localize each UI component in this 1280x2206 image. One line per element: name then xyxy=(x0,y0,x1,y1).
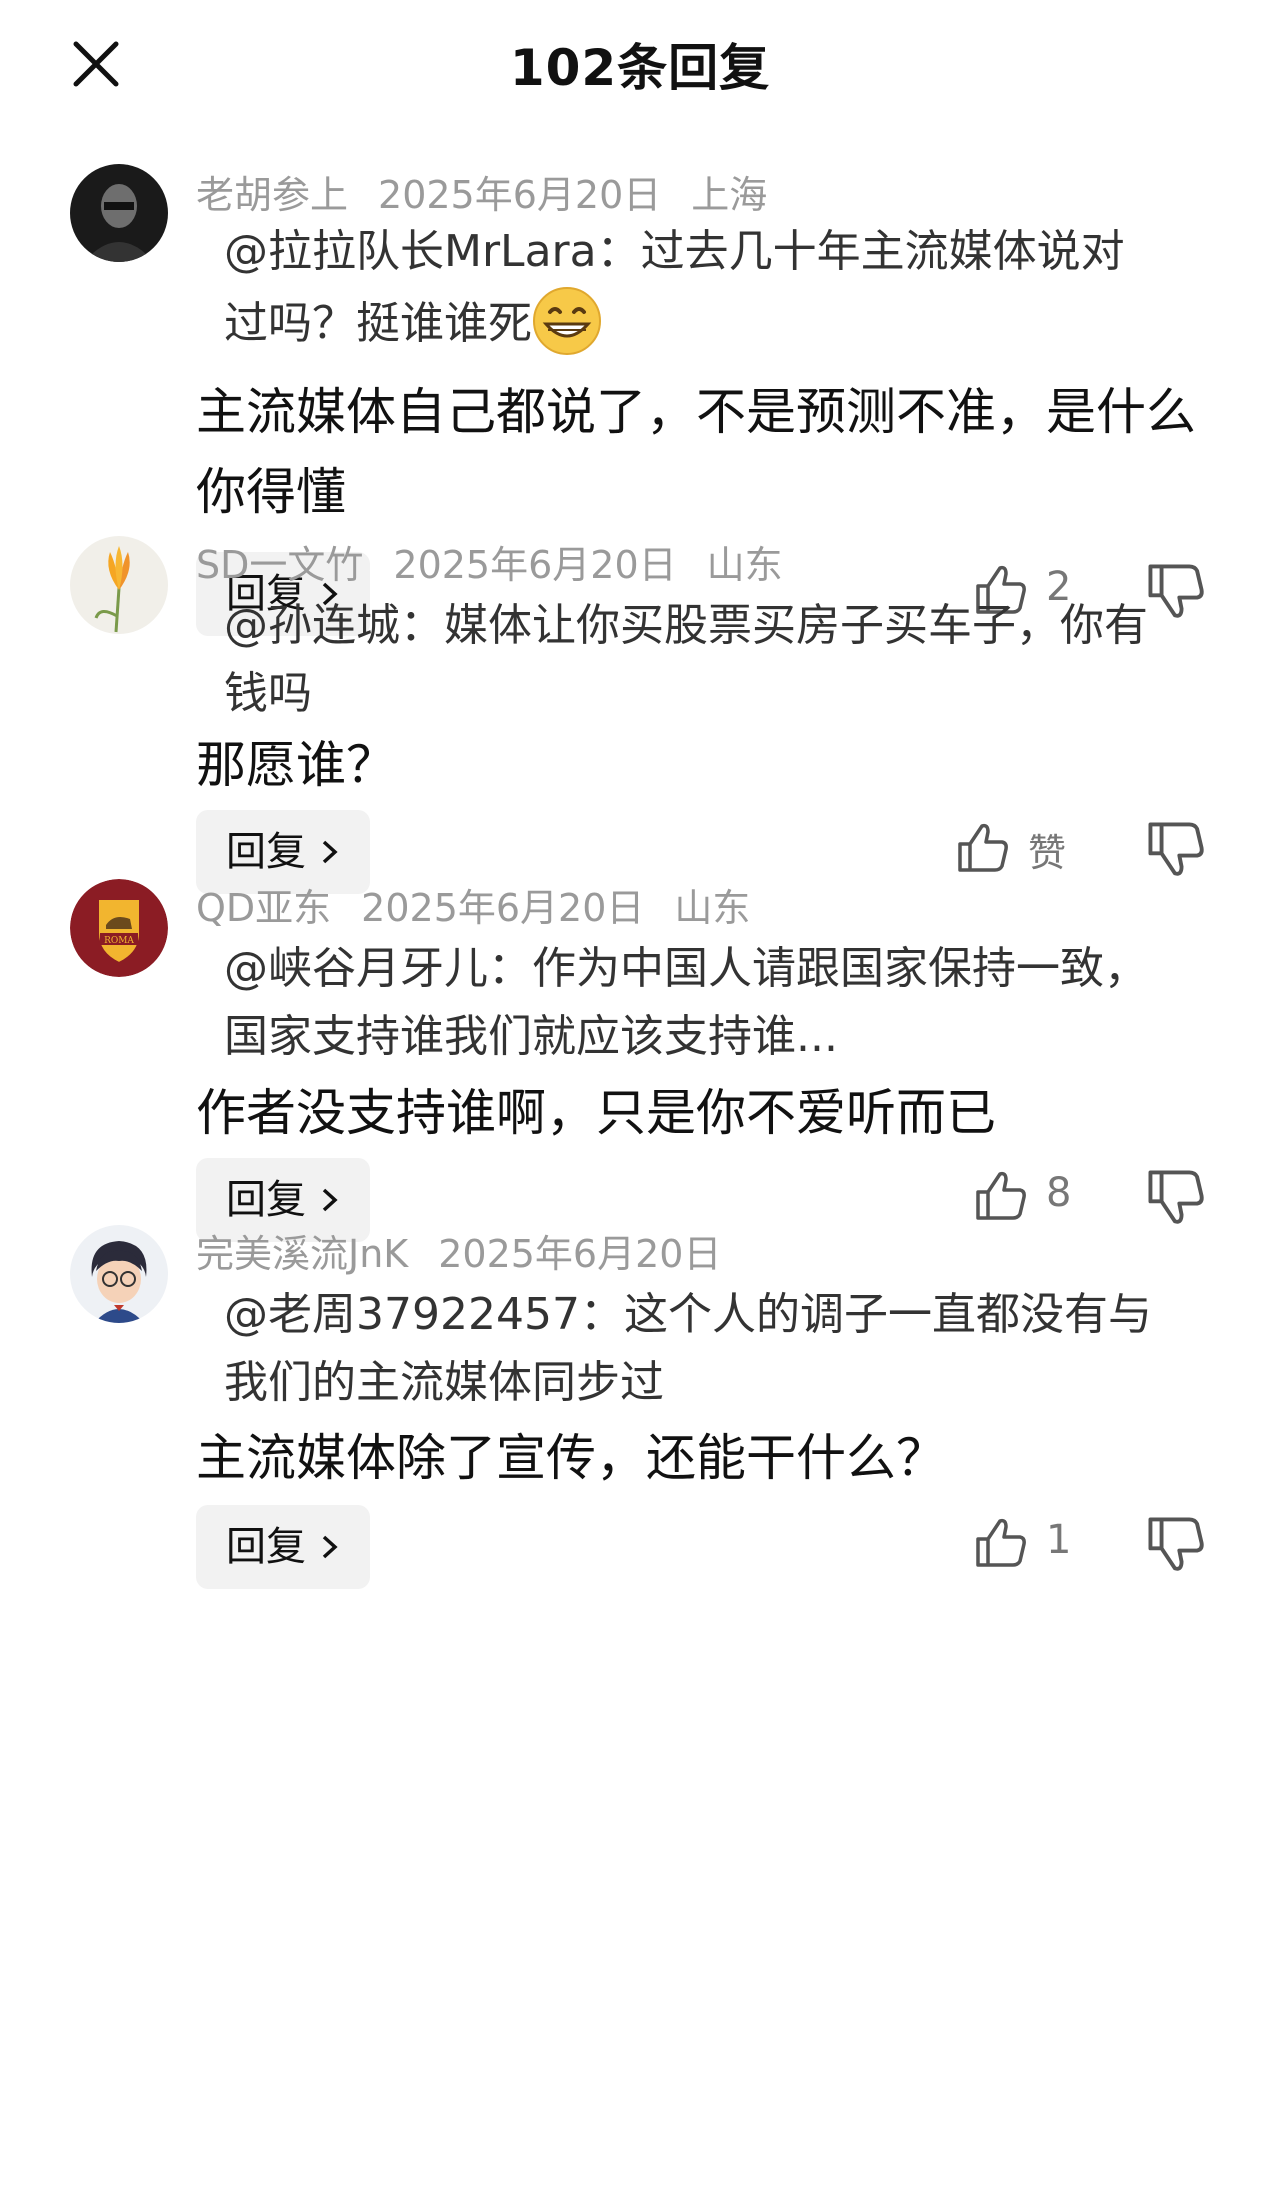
thumbs-down-icon[interactable] xyxy=(1146,1168,1206,1228)
quote-text: @老周37922457：这个人的调子一直都没有与我们的主流媒体同步过 xyxy=(224,1289,1152,1408)
comment-date: 2025年6月20日 xyxy=(361,886,645,930)
like-count: 1 xyxy=(1046,1517,1072,1563)
thumbs-down-icon[interactable] xyxy=(1146,562,1206,622)
thumbs-up-icon xyxy=(976,1518,1026,1567)
comment-meta: 完美溪流JnK 2025年6月20日 xyxy=(196,1223,781,1278)
quote-text: @拉拉队长MrLara：过去几十年主流媒体说对过吗？挺谁谁死 xyxy=(224,226,1125,349)
quoted-reply: @峡谷月牙儿：作为中国人请跟国家保持一致，国家支持谁我们就应该支持谁... xyxy=(224,935,1154,1071)
avatar[interactable] xyxy=(70,1225,168,1323)
comment-meta: QD亚东 2025年6月20日 山东 xyxy=(196,877,780,932)
comment-location: 山东 xyxy=(674,886,751,930)
like-count: 赞 xyxy=(1028,831,1067,875)
reply-button[interactable]: 回复 xyxy=(196,1505,370,1589)
username[interactable]: 老胡参上 xyxy=(196,173,348,217)
quoted-reply: @老周37922457：这个人的调子一直都没有与我们的主流媒体同步过 xyxy=(224,1281,1154,1417)
username[interactable]: QD亚东 xyxy=(196,886,331,930)
avatar[interactable] xyxy=(70,536,168,634)
comment-meta: SD一文竹 2025年6月20日 山东 xyxy=(196,534,813,589)
quote-text: @孙连城：媒体让你买股票买房子买车子，你有钱吗 xyxy=(224,600,1148,719)
comment-item: ROMA QD亚东 2025年6月20日 山东 @峡谷月牙儿：作为中国人请跟国家保持… xyxy=(0,879,1280,1331)
comment-meta: 老胡参上 2025年6月20日 上海 xyxy=(196,164,797,219)
username[interactable]: 完美溪流JnK xyxy=(196,1232,408,1276)
thumbs-down-icon[interactable] xyxy=(1146,820,1206,880)
comment-text: 主流媒体自己都说了，不是预测不准，是什么你得懂 xyxy=(196,383,1196,521)
quote-text: @峡谷月牙儿：作为中国人请跟国家保持一致，国家支持谁我们就应该支持谁... xyxy=(224,943,1148,1062)
comment-date: 2025年6月20日 xyxy=(378,173,662,217)
quoted-reply: @拉拉队长MrLara：过去几十年主流媒体说对过吗？挺谁谁死 xyxy=(224,218,1154,358)
comment-date: 2025年6月20日 xyxy=(438,1232,722,1276)
chevron-right-icon xyxy=(322,1535,338,1559)
comment-item: 完美溪流JnK 2025年6月20日 @老周37922457：这个人的调子一直都没… xyxy=(0,1225,1280,1681)
thumbs-up-icon xyxy=(958,823,1008,872)
chevron-right-icon xyxy=(322,1188,338,1212)
chevron-right-icon xyxy=(322,840,338,864)
comment-location: 上海 xyxy=(691,173,768,217)
grinning-emoji-icon xyxy=(533,287,601,355)
username[interactable]: SD一文竹 xyxy=(196,543,363,587)
thumbs-down-icon[interactable] xyxy=(1146,1515,1206,1575)
comment-date: 2025年6月20日 xyxy=(393,543,677,587)
header: 102条回复 xyxy=(0,0,1280,128)
comment-location: 山东 xyxy=(706,543,783,587)
avatar[interactable] xyxy=(70,164,168,262)
comment-text: 主流媒体除了宣传，还能干什么？ xyxy=(196,1429,946,1487)
quoted-reply: @孙连城：媒体让你买股票买房子买车子，你有钱吗 xyxy=(224,592,1154,728)
avatar[interactable]: ROMA xyxy=(70,879,168,977)
like-count: 8 xyxy=(1046,1170,1072,1216)
thumbs-up-icon xyxy=(976,1171,1026,1220)
avatar-logo-text: ROMA xyxy=(104,936,134,946)
comment-text: 作者没支持谁啊，只是你不爱听而已 xyxy=(196,1084,996,1142)
page-title: 102条回复 xyxy=(509,39,771,97)
comment-text: 那愿谁？ xyxy=(196,736,396,794)
